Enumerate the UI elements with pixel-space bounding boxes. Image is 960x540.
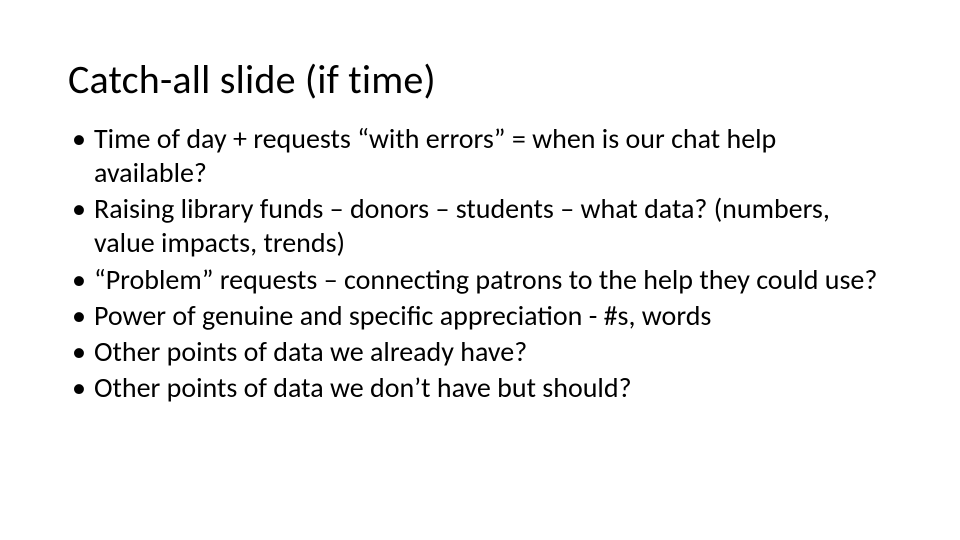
slide-title: Catch-all slide (if time) bbox=[68, 58, 892, 102]
bullet-list: Time of day + requests “with errors” = w… bbox=[68, 122, 892, 405]
list-item: Other points of data we already have? bbox=[68, 335, 892, 369]
list-item: Time of day + requests “with errors” = w… bbox=[68, 122, 892, 190]
list-item: Power of genuine and specific appreciati… bbox=[68, 299, 892, 333]
list-item: “Problem” requests – connecting patrons … bbox=[68, 263, 892, 297]
list-item: Other points of data we don’t have but s… bbox=[68, 371, 892, 405]
slide: Catch-all slide (if time) Time of day + … bbox=[0, 0, 960, 540]
list-item: Raising library funds – donors – student… bbox=[68, 192, 892, 260]
